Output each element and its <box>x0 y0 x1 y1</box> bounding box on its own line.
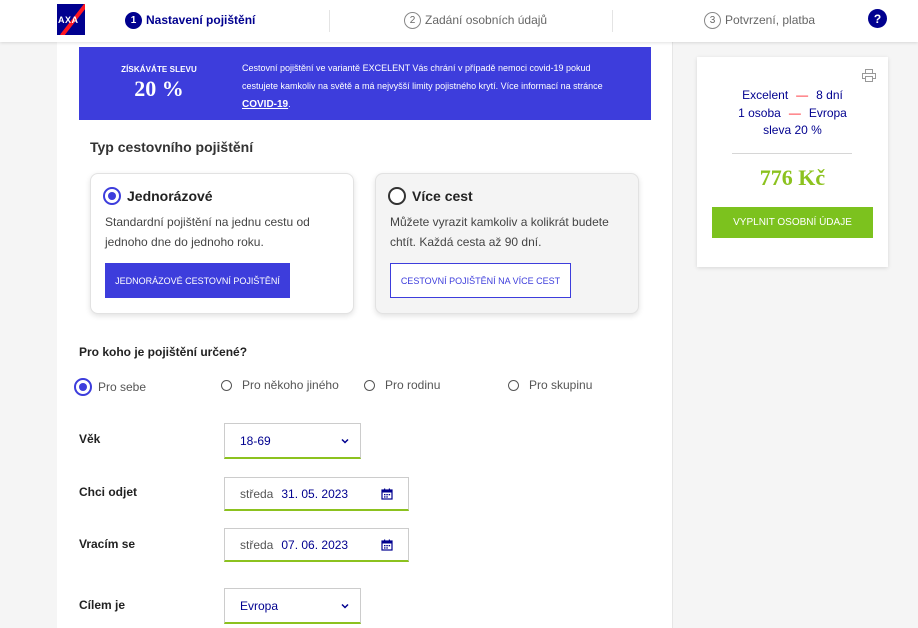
covid-banner: ZÍSKÁVÁTE SLEVU 20 % Cestovní pojištění … <box>79 47 651 120</box>
summary-dash: — <box>796 88 809 102</box>
summary-lines: Excelent — 8 dní 1 osoba — Evropa sleva 20 % <box>697 87 888 140</box>
who-radio-self[interactable] <box>74 378 92 396</box>
step-3-label: Potvrzení, platba <box>725 13 816 27</box>
depart-day: středa <box>240 486 274 501</box>
banner-text: Cestovní pojištění ve variantě EXCELENT … <box>242 59 622 114</box>
depart-date: 31. 05. 2023 <box>281 486 349 501</box>
logo-text: AXA <box>58 15 79 25</box>
discount-block: ZÍSKÁVÁTE SLEVU 20 % <box>79 47 239 120</box>
age-label: Věk <box>79 432 101 446</box>
multi-trip-head[interactable]: Více cest <box>388 187 473 205</box>
return-date: 07. 06. 2023 <box>281 537 349 552</box>
summary-card: Excelent — 8 dní 1 osoba — Evropa sleva 20 %… <box>697 57 888 267</box>
who-option-someone-else[interactable]: Pro někoho jiného <box>221 378 339 392</box>
fill-personal-data-button[interactable]: VYPLNIT OSOBNÍ ÚDAJE <box>712 207 873 238</box>
depart-label: Chci odjet <box>79 485 138 499</box>
axa-logo[interactable]: AXA <box>57 4 85 35</box>
return-day: středa <box>240 537 274 552</box>
single-trip-desc: Standardní pojištění na jednu cestu od j… <box>105 215 310 249</box>
destination-label: Cílem je <box>79 598 126 612</box>
step-2[interactable]: 2 Zadání osobních údajů <box>404 11 547 29</box>
multi-trip-desc: Můžete vyrazit kamkoliv a kolikrát budet… <box>390 215 609 249</box>
discount-value: 20 % <box>134 76 184 101</box>
return-date-field[interactable]: středa 07. 06. 2023 <box>224 528 409 562</box>
age-select[interactable]: 18-69 <box>224 423 361 459</box>
who-radio-someone-else[interactable] <box>221 379 232 391</box>
destination-value: Evropa <box>240 598 279 613</box>
insurance-type-title: Typ cestovního pojištění <box>90 139 254 155</box>
single-trip-button[interactable]: JEDNORÁZOVÉ CESTOVNÍ POJIŠTĚNÍ <box>105 263 290 298</box>
multi-trip-radio[interactable] <box>388 187 406 205</box>
help-icon[interactable]: ? <box>868 9 887 28</box>
main-panel: ZÍSKÁVÁTE SLEVU 20 % Cestovní pojištění … <box>57 42 673 628</box>
who-option-family[interactable]: Pro rodinu <box>364 378 440 392</box>
who-option-self[interactable]: Pro sebe <box>74 378 146 396</box>
summary-persons: 1 osoba <box>738 105 781 120</box>
multi-trip-card[interactable]: Více cest Můžete vyrazit kamkoliv a koli… <box>375 173 639 314</box>
print-icon[interactable] <box>862 69 876 82</box>
banner-end: . <box>288 99 291 109</box>
single-trip-head[interactable]: Jednorázové <box>103 187 213 205</box>
single-trip-card[interactable]: Jednorázové Standardní pojištění na jedn… <box>90 173 354 314</box>
who-label-family: Pro rodinu <box>385 378 441 392</box>
step-1[interactable]: 1 Nastavení pojištění <box>125 11 255 29</box>
multi-trip-button[interactable]: CESTOVNÍ POJIŠTĚNÍ NA VÍCE CEST <box>390 263 571 298</box>
single-trip-title: Jednorázové <box>127 188 213 204</box>
step-1-number: 1 <box>125 11 142 29</box>
who-title: Pro koho je pojištění určené? <box>79 345 248 359</box>
summary-region: Evropa <box>808 105 847 120</box>
summary-discount: sleva 20 % <box>763 123 822 137</box>
destination-select[interactable]: Evropa <box>224 588 361 624</box>
summary-days: 8 dní <box>816 88 843 102</box>
summary-divider <box>732 153 852 154</box>
chevron-down-icon <box>340 601 350 614</box>
step-2-number: 2 <box>404 11 421 29</box>
single-trip-radio[interactable] <box>103 187 121 205</box>
step-1-label: Nastavení pojištění <box>146 13 256 27</box>
discount-label: ZÍSKÁVÁTE SLEVU <box>121 65 197 74</box>
chevron-down-icon <box>340 436 350 449</box>
depart-date-field[interactable]: středa 31. 05. 2023 <box>224 477 409 511</box>
step-divider <box>612 10 613 32</box>
who-label-someone-else: Pro někoho jiného <box>242 378 339 392</box>
who-radio-family[interactable] <box>364 379 375 391</box>
who-label-group: Pro skupinu <box>529 378 593 392</box>
who-label-self: Pro sebe <box>98 380 147 394</box>
summary-line-2: 1 osoba — Evropa <box>697 105 888 123</box>
who-radio-group[interactable] <box>508 379 519 391</box>
step-2-label: Zadání osobních údajů <box>425 13 548 27</box>
calendar-icon[interactable] <box>381 539 393 551</box>
return-label: Vracím se <box>79 537 136 551</box>
summary-variant: Excelent <box>742 88 789 102</box>
summary-price: 776 Kč <box>759 165 826 190</box>
step-divider <box>329 10 330 32</box>
covid-link[interactable]: COVID-19 <box>242 99 288 110</box>
calendar-icon[interactable] <box>381 488 393 500</box>
who-option-group[interactable]: Pro skupinu <box>508 378 592 392</box>
multi-trip-title: Více cest <box>412 188 473 204</box>
banner-body: Cestovní pojištění ve variantě EXCELENT … <box>242 63 603 91</box>
step-3-number: 3 <box>704 11 721 29</box>
age-value: 18-69 <box>240 433 271 448</box>
step-3[interactable]: 3 Potvrzení, platba <box>704 11 815 29</box>
summary-dash: — <box>788 105 801 120</box>
summary-line-1: Excelent — 8 dní <box>697 87 888 105</box>
top-header: AXA 1 Nastavení pojištění 2 Zadání osobn… <box>0 0 918 42</box>
